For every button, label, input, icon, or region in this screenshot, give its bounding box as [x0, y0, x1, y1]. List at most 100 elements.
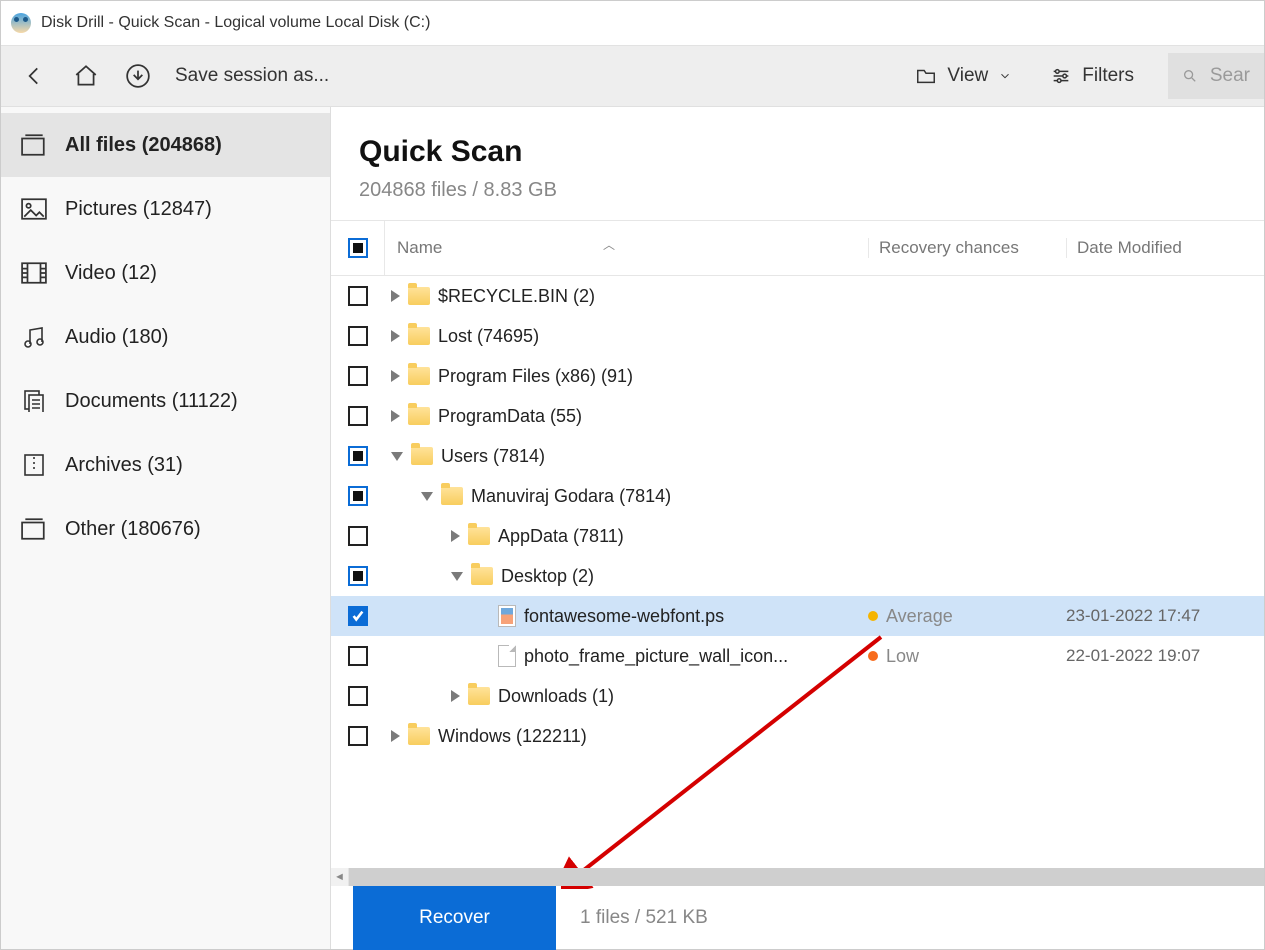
- table-row[interactable]: Manuviraj Godara (7814): [331, 476, 1264, 516]
- table-row[interactable]: Downloads (1): [331, 676, 1264, 716]
- folder-icon: [408, 727, 430, 745]
- archive-icon: [21, 454, 47, 476]
- column-recovery[interactable]: Recovery chances: [868, 238, 1066, 258]
- folder-icon: [468, 527, 490, 545]
- file-name: AppData (7811): [498, 526, 624, 547]
- sidebar-item-label: Documents (11122): [65, 390, 238, 413]
- file-icon: [498, 645, 516, 667]
- row-checkbox[interactable]: [348, 326, 368, 346]
- file-name: photo_frame_picture_wall_icon...: [524, 646, 788, 667]
- folder-icon: [915, 65, 937, 87]
- footer-bar: ◄ Recover 1 files / 521 KB: [331, 885, 1264, 949]
- selection-status: 1 files / 521 KB: [580, 907, 708, 929]
- app-icon: [11, 13, 31, 33]
- sidebar-item-all-files[interactable]: All files (204868): [1, 113, 330, 177]
- sidebar-item-pictures[interactable]: Pictures (12847): [1, 177, 330, 241]
- row-checkbox[interactable]: [348, 406, 368, 426]
- column-date[interactable]: Date Modified: [1066, 238, 1264, 258]
- main-header: Quick Scan 204868 files / 8.83 GB: [331, 107, 1264, 220]
- row-checkbox[interactable]: [348, 726, 368, 746]
- sidebar-item-video[interactable]: Video (12): [1, 241, 330, 305]
- status-dot: [868, 611, 878, 621]
- row-checkbox[interactable]: [348, 446, 368, 466]
- folder-icon: [411, 447, 433, 465]
- other-icon: [21, 518, 47, 540]
- expand-toggle[interactable]: [451, 530, 460, 542]
- image-icon: [21, 198, 47, 220]
- row-checkbox[interactable]: [348, 566, 368, 586]
- recovery-label: Low: [886, 646, 919, 667]
- table-row[interactable]: Windows (122211): [331, 716, 1264, 756]
- sidebar: All files (204868) Pictures (12847) Vide…: [1, 107, 331, 949]
- row-checkbox[interactable]: [348, 526, 368, 546]
- home-button[interactable]: [65, 55, 107, 97]
- file-name: Downloads (1): [498, 686, 614, 707]
- page-title: Quick Scan: [359, 135, 1236, 169]
- select-all-checkbox[interactable]: [348, 238, 368, 258]
- row-checkbox[interactable]: [348, 486, 368, 506]
- main-panel: Quick Scan 204868 files / 8.83 GB Name ︿…: [331, 107, 1264, 949]
- file-icon: [498, 605, 516, 627]
- search-input[interactable]: Sear: [1168, 53, 1264, 99]
- table-row[interactable]: AppData (7811): [331, 516, 1264, 556]
- table-row[interactable]: Desktop (2): [331, 556, 1264, 596]
- search-placeholder: Sear: [1210, 65, 1250, 87]
- table-row[interactable]: Users (7814): [331, 436, 1264, 476]
- folder-icon: [408, 367, 430, 385]
- stack-icon: [21, 134, 47, 156]
- folder-icon: [441, 487, 463, 505]
- toolbar: Save session as... View Filters Sear: [1, 45, 1264, 107]
- title-bar: Disk Drill - Quick Scan - Logical volume…: [1, 1, 1264, 45]
- file-name: Desktop (2): [501, 566, 594, 587]
- sort-up-icon: ︿: [603, 236, 615, 253]
- sidebar-item-documents[interactable]: Documents (11122): [1, 369, 330, 433]
- sidebar-item-audio[interactable]: Audio (180): [1, 305, 330, 369]
- expand-toggle[interactable]: [391, 730, 400, 742]
- filters-label: Filters: [1082, 65, 1134, 87]
- sidebar-item-other[interactable]: Other (180676): [1, 497, 330, 561]
- table-row[interactable]: $RECYCLE.BIN (2): [331, 276, 1264, 316]
- folder-icon: [468, 687, 490, 705]
- sidebar-item-archives[interactable]: Archives (31): [1, 433, 330, 497]
- horizontal-scrollbar[interactable]: ◄: [331, 868, 1264, 886]
- table-row[interactable]: photo_frame_picture_wall_icon...Low22-01…: [331, 636, 1264, 676]
- sidebar-item-label: Archives (31): [65, 454, 183, 477]
- view-dropdown[interactable]: View: [901, 65, 1026, 87]
- row-checkbox[interactable]: [348, 606, 368, 626]
- back-button[interactable]: [13, 55, 55, 97]
- expand-toggle[interactable]: [391, 410, 400, 422]
- expand-toggle[interactable]: [451, 572, 463, 581]
- recover-button[interactable]: Recover: [353, 886, 556, 950]
- expand-toggle[interactable]: [451, 690, 460, 702]
- document-icon: [21, 390, 47, 412]
- table-row[interactable]: Program Files (x86) (91): [331, 356, 1264, 396]
- table-row[interactable]: ProgramData (55): [331, 396, 1264, 436]
- expand-toggle[interactable]: [421, 492, 433, 501]
- filters-button[interactable]: Filters: [1036, 65, 1148, 87]
- row-checkbox[interactable]: [348, 686, 368, 706]
- file-name: Users (7814): [441, 446, 545, 467]
- table-row[interactable]: fontawesome-webfont.psAverage23-01-2022 …: [331, 596, 1264, 636]
- expand-toggle[interactable]: [391, 452, 403, 461]
- window-title: Disk Drill - Quick Scan - Logical volume…: [41, 14, 430, 32]
- page-subtitle: 204868 files / 8.83 GB: [359, 179, 1236, 202]
- scroll-left-icon[interactable]: ◄: [331, 868, 349, 886]
- sidebar-item-label: Other (180676): [65, 518, 201, 541]
- save-session-button[interactable]: Save session as...: [175, 65, 329, 87]
- file-name: $RECYCLE.BIN (2): [438, 286, 595, 307]
- folder-icon: [408, 327, 430, 345]
- row-checkbox[interactable]: [348, 286, 368, 306]
- row-checkbox[interactable]: [348, 366, 368, 386]
- row-checkbox[interactable]: [348, 646, 368, 666]
- column-name[interactable]: Name ︿: [385, 238, 868, 258]
- folder-icon: [471, 567, 493, 585]
- file-name: fontawesome-webfont.ps: [524, 606, 724, 627]
- download-button[interactable]: [117, 55, 159, 97]
- file-name: Lost (74695): [438, 326, 539, 347]
- expand-toggle[interactable]: [391, 290, 400, 302]
- view-label: View: [947, 65, 988, 87]
- expand-toggle[interactable]: [391, 330, 400, 342]
- chevron-down-icon: [998, 69, 1012, 83]
- expand-toggle[interactable]: [391, 370, 400, 382]
- table-row[interactable]: Lost (74695): [331, 316, 1264, 356]
